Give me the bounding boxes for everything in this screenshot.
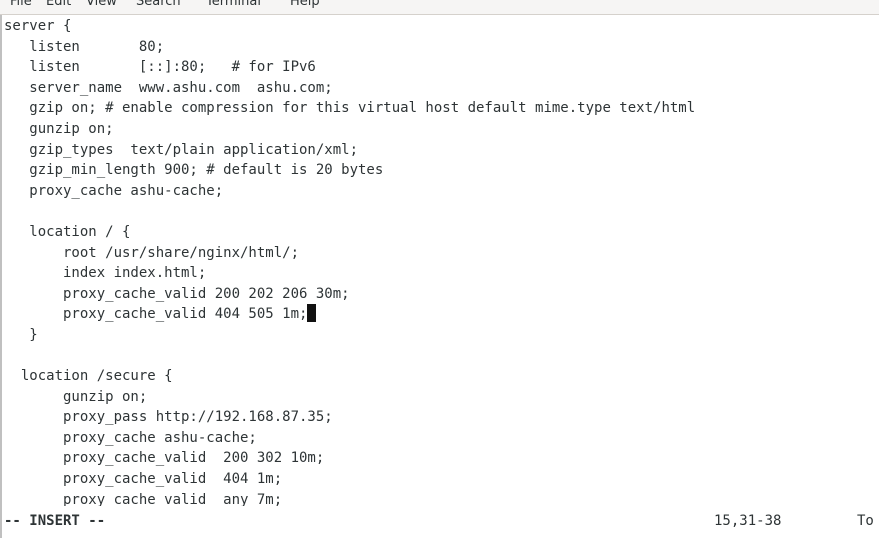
code-line-text: server_name www.ashu.com ashu.com; <box>4 79 333 96</box>
code-line[interactable]: } <box>4 325 879 346</box>
code-line-text: listen [::]:80; # for IPv6 <box>4 59 316 76</box>
code-line-text: gunzip on; <box>4 388 148 405</box>
code-line-text: root /usr/share/nginx/html/; <box>4 244 300 261</box>
menu-bar: File Edit View Search Terminal Help <box>0 0 879 15</box>
code-line[interactable]: gunzip on; <box>4 119 879 140</box>
status-bar: -- INSERT -- 15,31-38 To <box>0 510 879 532</box>
code-line[interactable]: proxy_cache ashu-cache; <box>4 428 879 449</box>
code-line[interactable]: gzip_types text/plain application/xml; <box>4 140 879 161</box>
code-line-text: server { <box>4 18 72 34</box>
code-line[interactable]: listen [::]:80; # for IPv6 <box>4 57 879 78</box>
code-line[interactable]: location /secure { <box>4 366 879 387</box>
mode-indicator: -- INSERT -- <box>4 513 106 529</box>
code-line[interactable]: gzip_min_length 900; # default is 20 byt… <box>4 160 879 181</box>
code-line-text: gzip_min_length 900; # default is 20 byt… <box>4 162 384 179</box>
code-line-text: gzip on; # enable compression for this v… <box>4 100 696 117</box>
menu-search[interactable]: Search <box>136 0 181 9</box>
code-line[interactable]: proxy_cache_valid any 7m; <box>4 490 879 506</box>
code-line-text: proxy_cache_valid any 7m; <box>4 491 283 506</box>
menu-terminal[interactable]: Terminal <box>206 0 261 9</box>
window-left-edge <box>0 15 2 538</box>
code-line[interactable]: server_name www.ashu.com ashu.com; <box>4 78 879 99</box>
code-line-text: proxy_cache_valid 200 302 10m; <box>4 450 325 467</box>
editor-text-area[interactable]: server { listen 80; listen [::]:80; # fo… <box>4 16 879 506</box>
code-line[interactable]: root /usr/share/nginx/html/; <box>4 243 879 264</box>
code-line-text: listen 80; <box>4 38 165 55</box>
code-line[interactable]: index index.html; <box>4 263 879 284</box>
menu-file[interactable]: File <box>10 0 32 9</box>
code-line[interactable]: proxy_cache_valid 404 505 1m; <box>4 304 879 325</box>
code-line[interactable] <box>4 201 879 222</box>
code-line-text: proxy_cache ashu-cache; <box>4 182 224 199</box>
code-line-text: proxy_pass http://192.168.87.35; <box>4 409 333 426</box>
code-line-text: gunzip on; <box>4 120 114 137</box>
code-line-text: proxy_cache ashu-cache; <box>4 429 257 446</box>
code-line-text: proxy_cache_valid 404 1m; <box>4 471 283 488</box>
code-line[interactable] <box>4 346 879 367</box>
menu-view[interactable]: View <box>86 0 117 9</box>
code-line-text: } <box>4 326 38 343</box>
code-line[interactable]: proxy_cache ashu-cache; <box>4 181 879 202</box>
cursor-position: 15,31-38 <box>714 513 782 529</box>
code-line-text: gzip_types text/plain application/xml; <box>4 141 359 158</box>
menu-help[interactable]: Help <box>290 0 320 9</box>
code-line-text: location /secure { <box>4 368 173 385</box>
menu-edit[interactable]: Edit <box>46 0 71 9</box>
code-line[interactable]: server { <box>4 16 879 37</box>
code-line-text: index index.html; <box>4 265 207 282</box>
code-line[interactable]: proxy_cache_valid 200 202 206 30m; <box>4 284 879 305</box>
code-line[interactable]: gzip on; # enable compression for this v… <box>4 98 879 119</box>
code-line-text: proxy_cache_valid 200 202 206 30m; <box>4 285 350 302</box>
code-line[interactable]: gunzip on; <box>4 387 879 408</box>
code-line-text: location / { <box>4 223 131 240</box>
text-cursor <box>307 304 317 323</box>
code-line[interactable]: proxy_cache_valid 404 1m; <box>4 469 879 490</box>
code-line[interactable]: proxy_pass http://192.168.87.35; <box>4 407 879 428</box>
scroll-indicator: To <box>857 513 874 529</box>
code-line[interactable]: proxy_cache_valid 200 302 10m; <box>4 448 879 469</box>
code-line-text: proxy_cache_valid 404 505 1m; <box>4 306 308 323</box>
code-line[interactable]: location / { <box>4 222 879 243</box>
code-line[interactable]: listen 80; <box>4 37 879 58</box>
